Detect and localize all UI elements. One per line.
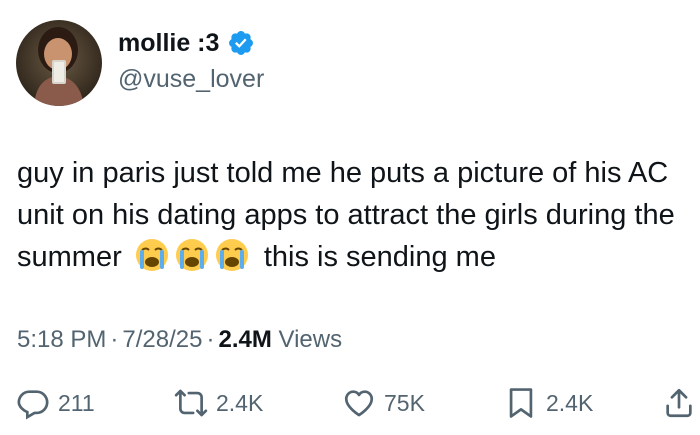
tweet-time[interactable]: 5:18 PM (17, 326, 106, 353)
loudly-crying-face-emoji-icon (134, 237, 170, 273)
meta-separator: · (206, 326, 215, 353)
repost-button[interactable]: 2.4K (174, 383, 263, 423)
reply-icon (17, 390, 49, 420)
repost-count: 2.4K (216, 389, 264, 416)
action-bar: 211 2.4K 75K 2.4K (0, 383, 700, 423)
verified-badge-icon (227, 29, 255, 57)
tweet-text: guy in paris just told me he puts a pict… (17, 152, 687, 278)
avatar-photo (16, 20, 102, 106)
meta-separator: · (110, 326, 119, 353)
bookmark-button[interactable]: 2.4K (504, 383, 593, 423)
bookmark-count: 2.4K (546, 389, 594, 416)
views-count: 2.4M (218, 326, 272, 353)
bookmark-icon (509, 388, 533, 418)
like-count: 75K (384, 389, 425, 416)
user-info: mollie :3 @vuse_lover (118, 28, 264, 94)
heart-icon (344, 390, 374, 417)
views-label: Views (278, 326, 343, 353)
avatar[interactable] (16, 20, 102, 106)
tweet-meta: 5:18 PM · 7/28/25 · 2.4M Views (17, 325, 342, 355)
loudly-crying-face-emoji-icon (214, 237, 250, 273)
share-button[interactable] (662, 383, 696, 423)
emoji-group (134, 237, 250, 273)
reply-button[interactable]: 211 (16, 383, 95, 423)
tweet-text-tail: this is sending me (263, 241, 496, 273)
user-handle[interactable]: @vuse_lover (118, 64, 264, 94)
like-button[interactable]: 75K (342, 383, 425, 423)
repost-icon (174, 389, 208, 417)
display-name[interactable]: mollie :3 (118, 28, 219, 58)
loudly-crying-face-emoji-icon (174, 237, 210, 273)
share-icon (666, 388, 692, 418)
tweet-date[interactable]: 7/28/25 (122, 326, 202, 353)
reply-count: 211 (58, 389, 95, 416)
